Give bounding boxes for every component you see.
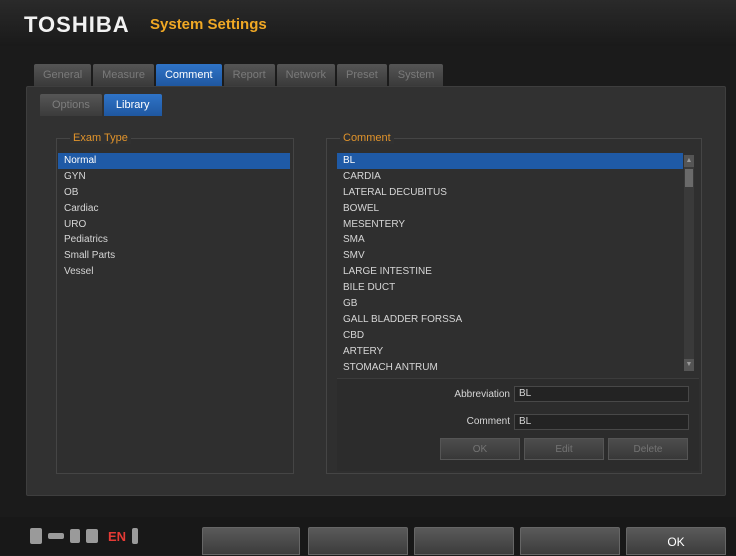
storage-icon: [70, 529, 80, 543]
exam-type-list: Normal GYN OB Cardiac URO Pediatrics Sma…: [58, 153, 290, 280]
delete-button[interactable]: Delete: [608, 438, 688, 460]
sub-tabs: Options Library: [40, 94, 162, 116]
abbreviation-label: Abbreviation: [454, 389, 510, 400]
brand-logo: TOSHIBA: [24, 12, 130, 37]
soft-key-4[interactable]: [520, 527, 620, 555]
comment-item[interactable]: BL: [337, 153, 683, 169]
comment-item[interactable]: GB: [337, 296, 683, 312]
network-icon: [86, 529, 98, 543]
exam-type-item[interactable]: Normal: [58, 153, 290, 169]
exam-type-item[interactable]: Vessel: [58, 264, 290, 280]
subtab-library[interactable]: Library: [103, 94, 162, 116]
tab-network[interactable]: Network: [276, 64, 335, 86]
tab-general[interactable]: General: [34, 64, 92, 86]
scroll-up-icon[interactable]: ▲: [684, 155, 694, 167]
comment-item[interactable]: BILE DUCT: [337, 280, 683, 296]
exam-type-item[interactable]: Small Parts: [58, 248, 290, 264]
comment-item[interactable]: MESENTERY: [337, 217, 683, 233]
comment-list: BL CARDIA LATERAL DECUBITUS BOWEL MESENT…: [337, 153, 683, 375]
scroll-thumb[interactable]: [685, 169, 693, 187]
comment-item[interactable]: GALL BLADDER FORSSA: [337, 312, 683, 328]
page-title: System Settings: [150, 16, 267, 33]
ok-button[interactable]: OK: [440, 438, 520, 460]
comment-item[interactable]: CBD: [337, 328, 683, 344]
usb-plug-icon: [48, 533, 64, 539]
exam-type-item[interactable]: Pediatrics: [58, 232, 290, 248]
subtab-options[interactable]: Options: [40, 94, 102, 116]
ok-soft-key[interactable]: OK: [626, 527, 726, 555]
comment-title: Comment: [340, 132, 394, 144]
comment-item[interactable]: STOMACH ANTRUM: [337, 360, 683, 376]
status-icons: EN: [30, 528, 139, 544]
comment-item[interactable]: SMA: [337, 232, 683, 248]
scroll-down-icon[interactable]: ▼: [684, 359, 694, 371]
tab-measure[interactable]: Measure: [93, 64, 154, 86]
comment-item[interactable]: LATERAL DECUBITUS: [337, 185, 683, 201]
soft-key-2[interactable]: [308, 527, 408, 555]
header: TOSHIBA System Settings: [0, 0, 736, 46]
soft-key-1[interactable]: [202, 527, 300, 555]
exam-type-item[interactable]: Cardiac: [58, 201, 290, 217]
comment-label: Comment: [466, 416, 510, 427]
abbreviation-field[interactable]: [514, 386, 689, 402]
comment-item[interactable]: BOWEL: [337, 201, 683, 217]
comment-field[interactable]: [514, 414, 689, 430]
exam-type-item[interactable]: OB: [58, 185, 290, 201]
comment-item[interactable]: LARGE INTESTINE: [337, 264, 683, 280]
comment-item[interactable]: CARDIA: [337, 169, 683, 185]
tab-system[interactable]: System: [388, 64, 444, 86]
usb-icon: [30, 528, 42, 544]
comment-item[interactable]: SMV: [337, 248, 683, 264]
tab-report[interactable]: Report: [223, 64, 275, 86]
battery-icon: [132, 528, 139, 544]
comment-scrollbar[interactable]: ▲ ▼: [684, 155, 694, 371]
main-tabs: General Measure Comment Report Network P…: [34, 64, 444, 86]
edit-button[interactable]: Edit: [524, 438, 604, 460]
tab-comment[interactable]: Comment: [155, 64, 222, 86]
exam-type-item[interactable]: GYN: [58, 169, 290, 185]
comment-item[interactable]: ARTERY: [337, 344, 683, 360]
language-indicator[interactable]: EN: [108, 529, 126, 544]
tab-preset[interactable]: Preset: [337, 64, 387, 86]
exam-type-title: Exam Type: [70, 132, 131, 144]
soft-key-3[interactable]: [414, 527, 514, 555]
exam-type-item[interactable]: URO: [58, 217, 290, 233]
